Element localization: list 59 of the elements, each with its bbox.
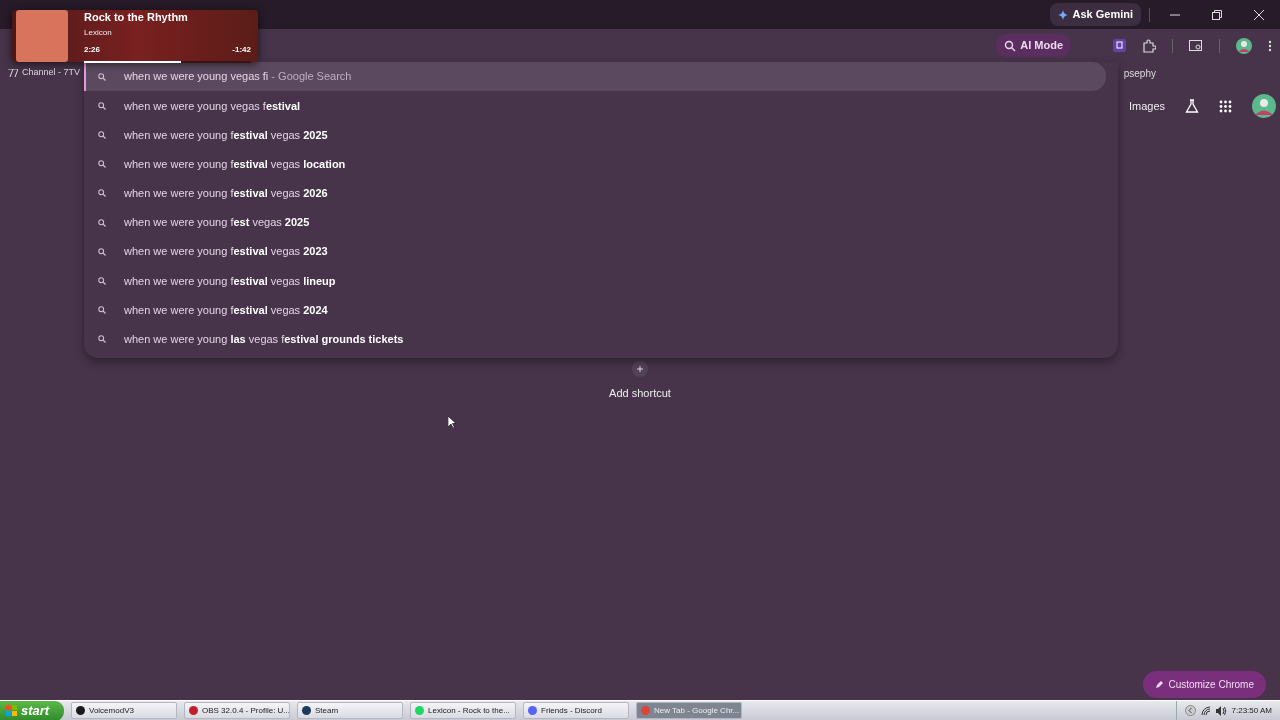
puzzle-piece-icon[interactable] [1142, 38, 1156, 53]
search-icon [98, 306, 106, 315]
sparkle-icon [1058, 9, 1069, 20]
profile-avatar-icon[interactable] [1236, 37, 1252, 54]
omnibox-input-text[interactable]: when we were young vegas fi [124, 70, 269, 83]
flask-icon[interactable] [1185, 99, 1199, 113]
window-search-icon[interactable] [1189, 39, 1203, 52]
bookmark-link[interactable]: psephy [1123, 65, 1156, 81]
customize-chrome-button[interactable]: Customize Chrome [1143, 671, 1266, 698]
search-suggestion[interactable]: when we were young vegas festival [84, 91, 1118, 121]
search-icon [98, 189, 106, 198]
taskbar-item[interactable]: VoicemodV3 [71, 702, 177, 719]
search-engine-hint: - Google Search [270, 70, 352, 83]
search-sparkle-icon [1004, 39, 1017, 52]
bookmark-link[interactable]: Channel - 7TV [8, 66, 81, 80]
clock: 7:23:50 AM [1231, 704, 1272, 717]
search-icon [98, 160, 106, 169]
search-suggestion[interactable]: when we were young festival vegas lineup [84, 266, 1118, 296]
account-avatar-icon[interactable] [1252, 94, 1276, 118]
search-icon [98, 335, 106, 344]
close-icon [1254, 10, 1264, 21]
add-shortcut-icon[interactable] [632, 361, 648, 377]
wifi-icon[interactable] [1200, 705, 1211, 716]
apps-grid-icon[interactable] [1219, 99, 1232, 113]
track-title: Rock to the Rhythm [84, 10, 189, 26]
images-link[interactable]: Images [1128, 97, 1165, 115]
search-suggestion[interactable]: when we were young festival vegas 2025 [84, 120, 1118, 150]
taskbar-item[interactable]: OBS 32.0.4 - Profile: U... [184, 702, 290, 719]
ai-mode-button[interactable]: AI Mode [996, 34, 1071, 57]
progress-track[interactable] [84, 60, 251, 63]
search-suggestion[interactable]: when we were young festival vegas 2024 [84, 295, 1118, 325]
search-suggestion[interactable]: when we were young las vegas festival grounds tickets [84, 324, 1118, 354]
search-icon [98, 247, 106, 256]
chevron-icon[interactable] [1184, 705, 1196, 716]
search-suggestion[interactable]: when we were young festival vegas location [84, 149, 1118, 179]
search-icon [98, 276, 106, 285]
album-art-placeholder [16, 10, 68, 62]
taskbar-item[interactable]: Lexicon - Rock to the... [410, 702, 516, 719]
restore-icon [1212, 10, 1222, 21]
mouse-cursor-icon [448, 416, 456, 428]
pencil-icon [1155, 680, 1165, 689]
search-suggestion[interactable]: when we were young fest vegas 2025 [84, 207, 1118, 238]
search-icon [98, 72, 106, 81]
search-suggestion[interactable]: when we were young festival vegas 2026 [84, 178, 1118, 208]
add-shortcut-label[interactable]: Add shortcut [609, 385, 671, 402]
elapsed-time: 2:26 [84, 43, 100, 56]
search-suggestion[interactable]: when we were young festival vegas 2023 [84, 237, 1118, 267]
artist-name: Lexicon [84, 26, 113, 39]
remaining-time: -1:42 [232, 43, 251, 56]
speaker-icon[interactable] [1215, 705, 1227, 716]
search-icon [98, 218, 106, 227]
taskbar-item[interactable]: Friends - Discord [523, 702, 629, 719]
more-menu-icon[interactable] [1268, 39, 1272, 52]
windows-logo-icon [6, 705, 17, 716]
omnibox-input-row[interactable]: when we were young vegas fi - Google Search [84, 62, 1106, 92]
ask-gemini-button[interactable]: Ask Gemini [1050, 3, 1141, 26]
search-icon [98, 130, 106, 139]
taskbar-item[interactable]: Steam [297, 702, 403, 719]
search-icon [98, 101, 106, 110]
